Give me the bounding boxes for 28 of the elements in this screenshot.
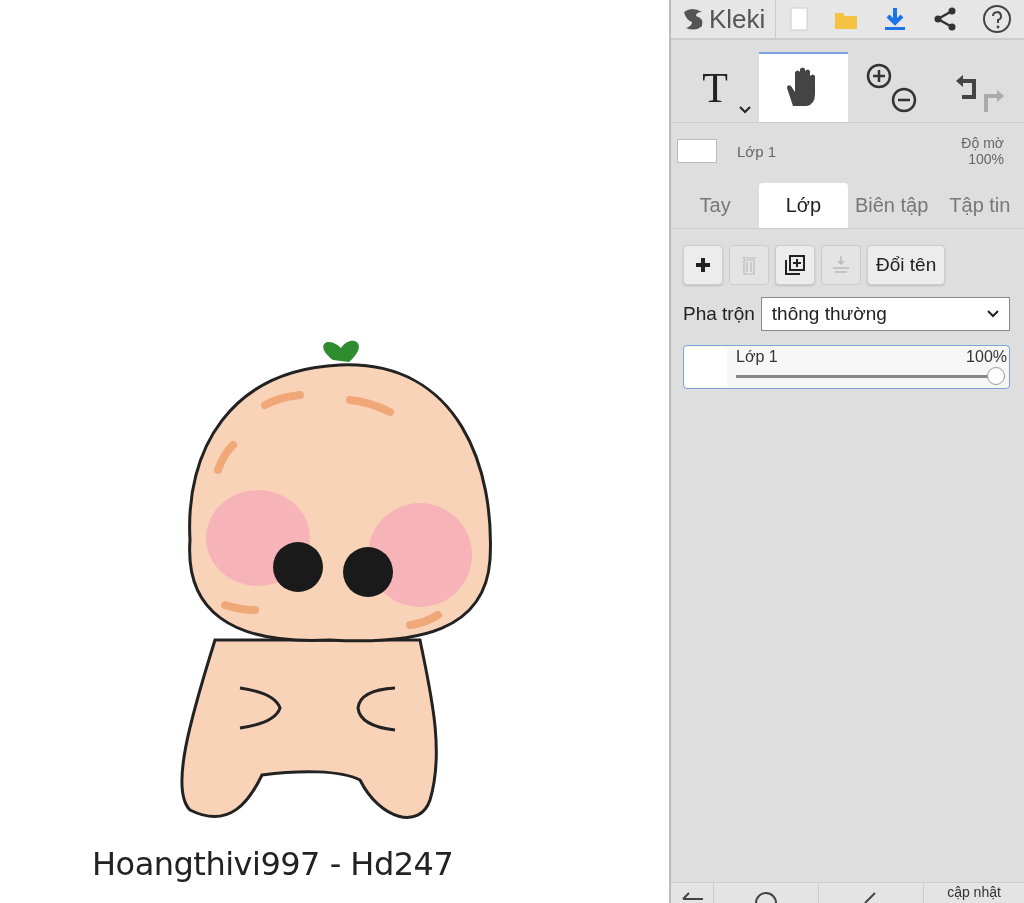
tool-button[interactable]: T [671,52,760,122]
layer-item[interactable]: Lớp 1 100% [683,345,1010,389]
caret-icon [987,310,999,318]
opacity-label: Độ mờ [961,135,1004,151]
caret-icon [739,106,751,114]
signature-text: Hoangthivi997 - Hd247 [91,845,454,883]
download-icon[interactable] [883,6,908,32]
blend-mode-select[interactable]: thông thường [760,297,1010,331]
merge-down-icon [831,255,851,275]
layer-thumbnail [677,139,717,163]
plus-icon [695,257,711,273]
layer-opacity: 100% [966,348,1007,366]
duplicate-layer-button[interactable] [775,245,815,285]
app-logo[interactable]: Kleki [671,0,777,38]
opacity-slider[interactable] [736,366,1005,386]
layer-thumbnail [685,347,727,387]
layer-name: Lớp 1 [737,142,778,160]
rename-button[interactable]: Đổi tên [867,245,946,285]
logo-text: Kleki [709,3,766,35]
opacity-value: 100% [968,151,1004,167]
tab[interactable]: Lớp [759,183,848,228]
trash-icon [741,255,757,275]
duplicate-icon [784,254,806,276]
tool-button[interactable] [759,52,848,122]
add-layer-button[interactable] [683,245,723,285]
blend-label: Pha trộn [683,303,755,325]
layer-name: Lớp 1 [736,348,778,366]
back-arrow-icon[interactable] [681,891,703,903]
